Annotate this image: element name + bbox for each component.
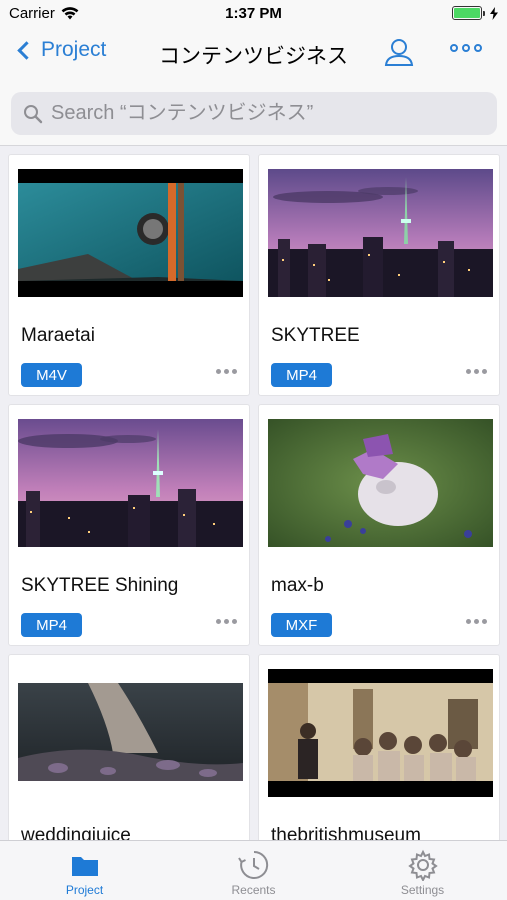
tab-bar: Project Recents Settings xyxy=(0,840,507,900)
card-title: max-b xyxy=(271,575,324,596)
card-more-icon[interactable] xyxy=(466,369,487,374)
gear-icon xyxy=(407,849,438,881)
card-more-icon[interactable] xyxy=(466,619,487,624)
charging-icon xyxy=(490,6,498,20)
content-card[interactable]: weddingjuice xyxy=(8,654,250,840)
search-field[interactable] xyxy=(11,92,497,135)
video-thumbnail[interactable] xyxy=(18,169,243,297)
tab-project[interactable]: Project xyxy=(0,841,169,900)
tab-recents[interactable]: Recents xyxy=(169,841,338,900)
status-time: 1:37 PM xyxy=(225,5,282,22)
clock-icon xyxy=(237,850,268,879)
format-badge: MP4 xyxy=(21,613,82,637)
video-thumbnail[interactable] xyxy=(18,419,243,547)
folder-icon xyxy=(71,857,98,876)
card-more-icon[interactable] xyxy=(216,369,237,374)
card-title: thebritishmuseum xyxy=(271,825,421,840)
format-badge: MXF xyxy=(271,613,332,637)
format-badge: M4V xyxy=(21,363,82,387)
tab-label: Recents xyxy=(231,883,276,897)
status-bar: Carrier 1:37 PM xyxy=(0,0,507,28)
format-badge: MP4 xyxy=(271,363,332,387)
content-card[interactable]: SKYTREE MP4 xyxy=(258,154,500,396)
content-card[interactable]: Maraetai M4V xyxy=(8,154,250,396)
content-card[interactable]: max-b MXF xyxy=(258,404,500,646)
content-card[interactable]: SKYTREE Shining MP4 xyxy=(8,404,250,646)
card-more-icon[interactable] xyxy=(216,619,237,624)
search-bar xyxy=(0,80,507,146)
content-grid: Maraetai M4V SKYTREE MP4 SKYTREE Shining… xyxy=(0,154,507,840)
tab-label: Settings xyxy=(400,883,445,897)
battery-icon xyxy=(452,6,485,20)
video-thumbnail[interactable] xyxy=(18,683,243,781)
more-options-icon[interactable] xyxy=(450,44,482,52)
video-thumbnail[interactable] xyxy=(268,669,493,797)
status-right xyxy=(452,6,498,20)
card-title: weddingjuice xyxy=(21,825,131,840)
tab-label: Project xyxy=(65,883,104,897)
card-title: SKYTREE Shining xyxy=(21,575,179,596)
card-title: SKYTREE xyxy=(271,325,360,346)
navigation-bar: Project コンテンツビジネス xyxy=(0,28,507,80)
search-icon xyxy=(24,104,43,123)
card-title: Maraetai xyxy=(21,325,95,346)
page-title: コンテンツビジネス xyxy=(159,45,348,68)
content-card[interactable]: thebritishmuseum xyxy=(258,654,500,840)
tab-settings[interactable]: Settings xyxy=(338,841,507,900)
user-icon[interactable] xyxy=(383,36,415,68)
search-input[interactable] xyxy=(51,102,481,125)
video-thumbnail[interactable] xyxy=(268,419,493,547)
video-thumbnail[interactable] xyxy=(268,169,493,297)
